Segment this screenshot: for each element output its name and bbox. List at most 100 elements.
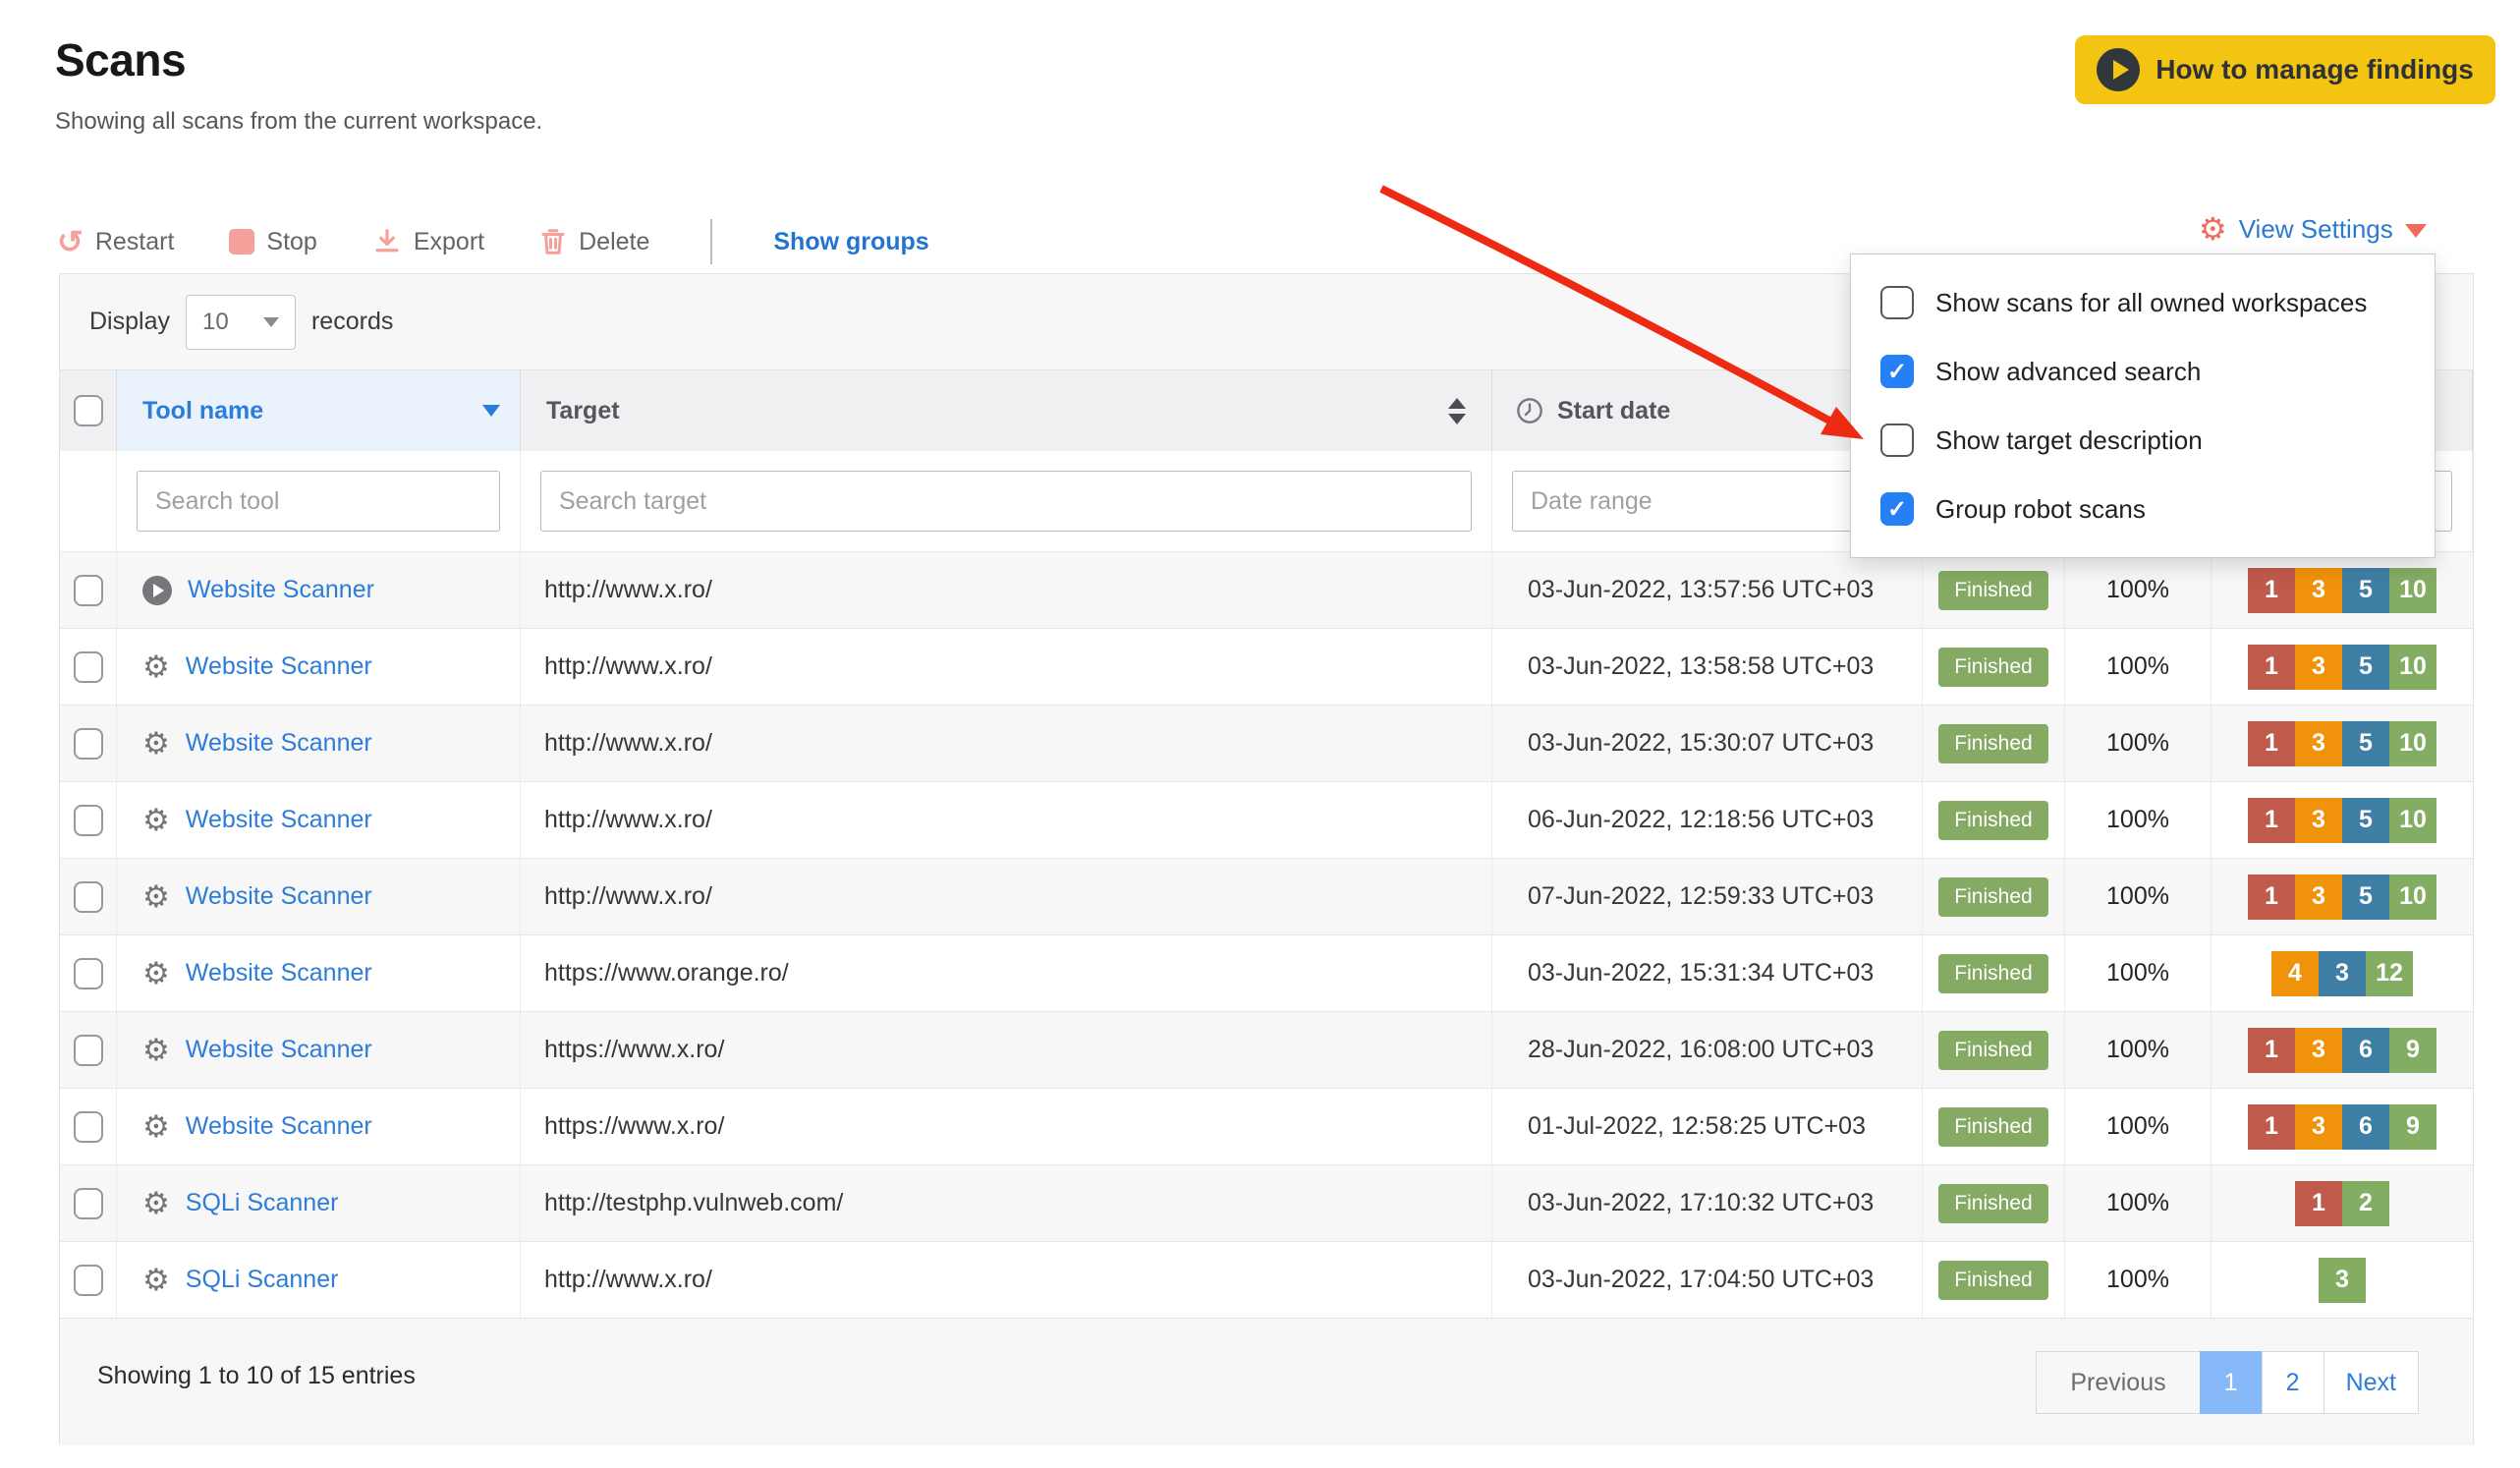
finding-count-high: 1 <box>2248 1103 2295 1150</box>
status-badge: Finished <box>1938 1183 2048 1223</box>
how-to-manage-findings-button[interactable]: How to manage findings <box>2075 35 2495 104</box>
page-button-1[interactable]: 1 <box>2199 1351 2263 1414</box>
date-range-input[interactable] <box>1512 471 1902 532</box>
progress-cell: 100% <box>2065 1012 2212 1088</box>
tool-link[interactable]: Website Scanner <box>186 729 372 758</box>
findings-bar[interactable]: 1369 <box>2248 1027 2436 1073</box>
progress-cell: 100% <box>2065 1089 2212 1164</box>
column-header-tool-name[interactable]: Tool name <box>117 370 521 451</box>
view-settings-menu-item[interactable]: ✓ Group robot scans <box>1851 475 2435 543</box>
row-checkbox[interactable] <box>73 957 103 989</box>
column-header-target[interactable]: Target <box>521 370 1492 451</box>
play-circle-icon <box>2097 48 2141 91</box>
row-checkbox[interactable] <box>73 574 103 606</box>
page-button-next[interactable]: Next <box>2323 1351 2419 1414</box>
tool-link[interactable]: Website Scanner <box>186 959 372 988</box>
toolbar-divider <box>710 219 713 264</box>
tool-link[interactable]: SQLi Scanner <box>186 1266 339 1294</box>
progress-cell: 100% <box>2065 1242 2212 1318</box>
findings-bar[interactable]: 1 3 5 10 <box>2248 720 2436 766</box>
tool-link[interactable]: SQLi Scanner <box>186 1189 339 1217</box>
progress-cell: 100% <box>2065 706 2212 781</box>
chevron-down-icon <box>262 316 279 327</box>
menu-item-label: Group robot scans <box>1935 493 2146 524</box>
search-target-input[interactable] <box>540 471 1472 532</box>
view-settings-dropdown-toggle[interactable]: ⚙ View Settings <box>2199 208 2427 250</box>
search-tool-input[interactable] <box>137 471 500 532</box>
view-settings-menu-item[interactable]: Show scans for all owned workspaces <box>1851 268 2435 337</box>
trash-icon <box>541 229 565 254</box>
status-badge: Finished <box>1938 723 2048 763</box>
tool-link[interactable]: Website Scanner <box>188 576 374 604</box>
menu-item-label: Show target description <box>1935 424 2203 455</box>
finding-count-low: 6 <box>2342 1103 2389 1150</box>
start-date-cell: 06-Jun-2022, 12:18:56 UTC+03 <box>1492 782 1923 858</box>
tool-link[interactable]: Website Scanner <box>186 1112 372 1141</box>
table-row: ⚙ Website Scanner https://www.orange.ro/… <box>60 934 2473 1011</box>
finding-count-medium: 3 <box>2295 1103 2342 1150</box>
status-badge: Finished <box>1938 876 2048 917</box>
findings-bar[interactable]: 1 3 5 10 <box>2248 874 2436 920</box>
view-settings-menu: Show scans for all owned workspaces ✓ Show… <box>1850 254 2436 558</box>
status-badge: Finished <box>1938 953 2048 993</box>
finding-count-low: 5 <box>2342 797 2389 843</box>
stop-icon <box>229 229 255 254</box>
gear-icon: ⚙ <box>142 1263 170 1297</box>
row-checkbox[interactable] <box>73 650 103 683</box>
delete-button[interactable]: Delete <box>539 227 649 256</box>
findings-bar[interactable]: 3 <box>2319 1257 2366 1303</box>
finding-count-medium: 4 <box>2271 950 2319 996</box>
records-per-page-select[interactable]: 10 <box>185 294 296 350</box>
finding-count-medium: 3 <box>2295 644 2342 690</box>
show-groups-link[interactable]: Show groups <box>773 228 928 256</box>
checkbox-unchecked[interactable] <box>1880 423 1914 457</box>
target-cell: https://www.x.ro/ <box>521 1012 1492 1088</box>
row-checkbox[interactable] <box>73 1034 103 1066</box>
select-all-checkbox[interactable] <box>73 395 103 426</box>
row-checkbox[interactable] <box>73 880 103 913</box>
tool-link[interactable]: Website Scanner <box>186 1036 372 1064</box>
view-settings-menu-item[interactable]: ✓ Show advanced search <box>1851 337 2435 406</box>
progress-cell: 100% <box>2065 629 2212 705</box>
target-cell: https://www.orange.ro/ <box>521 935 1492 1011</box>
sort-desc-icon <box>482 405 500 417</box>
checkbox-unchecked[interactable] <box>1880 286 1914 319</box>
findings-bar[interactable]: 4 3 12 <box>2271 950 2413 996</box>
table-row: ⚙ Website Scanner http://www.x.ro/ 07-Ju… <box>60 858 2473 934</box>
findings-bar[interactable]: 1 3 5 10 <box>2248 797 2436 843</box>
row-checkbox[interactable] <box>73 1264 103 1296</box>
tool-link[interactable]: Website Scanner <box>186 652 372 681</box>
checkbox-checked[interactable]: ✓ <box>1880 492 1914 526</box>
tool-link[interactable]: Website Scanner <box>186 882 372 911</box>
target-cell: http://www.x.ro/ <box>521 782 1492 858</box>
finding-count-high: 1 <box>2248 797 2295 843</box>
gear-icon: ⚙ <box>142 879 170 914</box>
target-cell: http://www.x.ro/ <box>521 1242 1492 1318</box>
gear-icon: ⚙ <box>142 726 170 761</box>
finding-count-info: 9 <box>2389 1027 2436 1073</box>
table-row: ⚙ Website Scanner https://www.x.ro/ 28-J… <box>60 1011 2473 1088</box>
finding-count-info: 9 <box>2389 1103 2436 1150</box>
page-title: Scans <box>55 34 187 85</box>
checkbox-checked[interactable]: ✓ <box>1880 355 1914 388</box>
findings-bar[interactable]: 1 3 5 10 <box>2248 567 2436 613</box>
tool-link[interactable]: Website Scanner <box>186 806 372 834</box>
progress-cell: 100% <box>2065 935 2212 1011</box>
table-row: ⚙ Website Scanner https://www.x.ro/ 01-J… <box>60 1088 2473 1164</box>
page-button-2[interactable]: 2 <box>2261 1351 2324 1414</box>
findings-bar[interactable]: 12 <box>2295 1180 2389 1226</box>
restart-button[interactable]: ↺ Restart <box>57 226 174 257</box>
page-button-previous[interactable]: Previous <box>2036 1351 2201 1414</box>
view-settings-menu-item[interactable]: Show target description <box>1851 406 2435 475</box>
page-subtitle: Showing all scans from the current works… <box>55 108 543 135</box>
findings-bar[interactable]: 1369 <box>2248 1103 2436 1150</box>
row-checkbox[interactable] <box>73 727 103 760</box>
row-checkbox[interactable] <box>73 1187 103 1219</box>
stop-button[interactable]: Stop <box>229 228 317 256</box>
row-checkbox[interactable] <box>73 1110 103 1143</box>
row-checkbox[interactable] <box>73 804 103 836</box>
export-button[interactable]: Export <box>372 227 484 256</box>
finding-count-medium: 3 <box>2295 1027 2342 1073</box>
findings-bar[interactable]: 1 3 5 10 <box>2248 644 2436 690</box>
finding-count-info: 10 <box>2389 644 2436 690</box>
